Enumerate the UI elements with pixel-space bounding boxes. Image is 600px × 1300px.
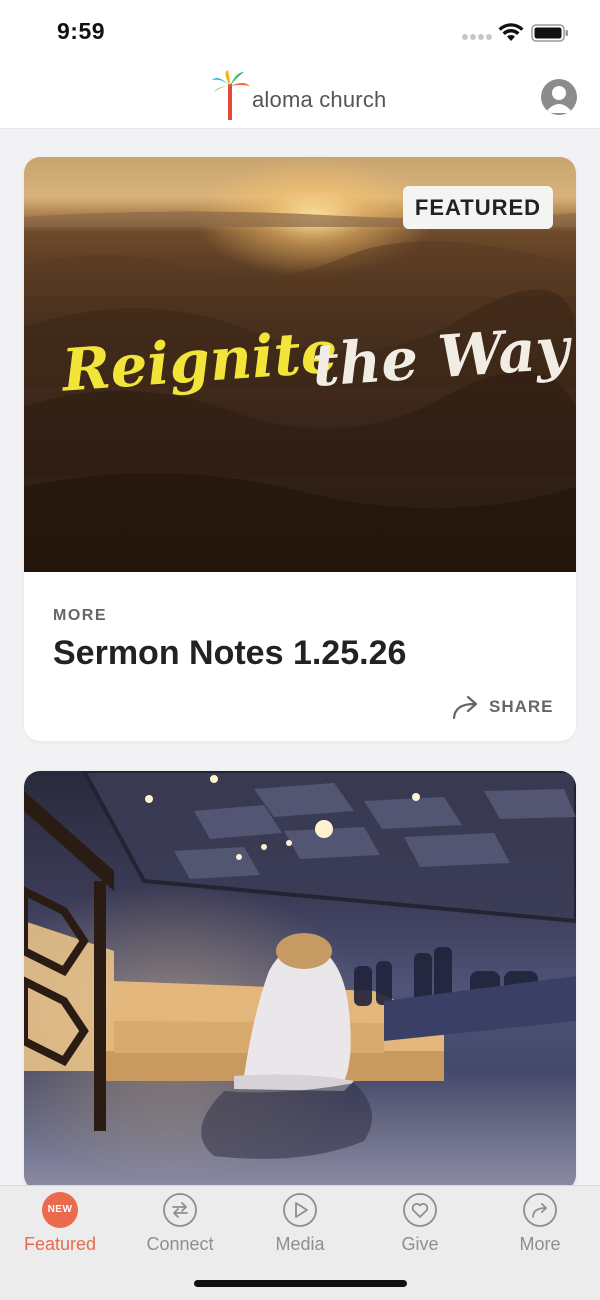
cellular-signal-icon	[462, 34, 492, 40]
swap-arrows-icon	[163, 1193, 197, 1227]
tab-connect[interactable]: Connect	[120, 1186, 240, 1266]
aloma-church-logo[interactable]: aloma church	[210, 70, 400, 122]
featured-content-card[interactable]: FEATURED Reignite the Way MORE Sermon No…	[24, 157, 576, 741]
user-avatar-icon	[545, 86, 573, 113]
worship-room-illustration	[24, 771, 576, 1159]
logo-text: aloma church	[252, 87, 387, 112]
featured-badge: FEATURED	[403, 186, 553, 229]
tab-give[interactable]: Give	[360, 1186, 480, 1266]
card-hero-image: FEATURED Reignite the Way	[24, 157, 576, 572]
content-card[interactable]	[24, 771, 576, 1191]
card-body: MORE Sermon Notes 1.25.26 SHARE	[24, 572, 576, 741]
home-indicator	[194, 1280, 407, 1287]
app-header: aloma church	[0, 64, 600, 129]
status-time: 9:59	[57, 18, 106, 44]
share-label: SHARE	[489, 697, 554, 716]
tab-label: Featured	[23, 1234, 97, 1254]
palm-tree-icon	[212, 70, 250, 120]
sermon-series-artwork-title: Reignite the Way	[59, 314, 572, 427]
battery-icon	[531, 24, 568, 42]
worship-room-image	[24, 771, 576, 1191]
tab-label: Give	[401, 1234, 439, 1254]
tab-label: Connect	[146, 1234, 214, 1254]
card-category: MORE	[53, 607, 107, 624]
new-badge-icon: NEW	[42, 1192, 78, 1228]
profile-avatar[interactable]	[541, 79, 577, 115]
artwork-word-the-way: the Way	[309, 314, 572, 400]
tab-more[interactable]: More	[480, 1186, 600, 1266]
tab-label: More	[519, 1234, 561, 1254]
card-title: Sermon Notes 1.25.26	[53, 634, 407, 672]
artwork-word-reignite: Reignite	[59, 317, 340, 405]
share-arrow-icon	[452, 695, 478, 720]
tab-label: Media	[275, 1234, 325, 1254]
tab-media[interactable]: Media	[240, 1186, 360, 1266]
play-icon	[283, 1193, 317, 1227]
forward-arrow-icon	[523, 1193, 557, 1227]
status-bar: 9:59	[0, 0, 600, 64]
wifi-icon	[498, 23, 524, 41]
heart-icon	[403, 1193, 437, 1227]
tab-featured[interactable]: NEW Featured	[0, 1186, 120, 1266]
